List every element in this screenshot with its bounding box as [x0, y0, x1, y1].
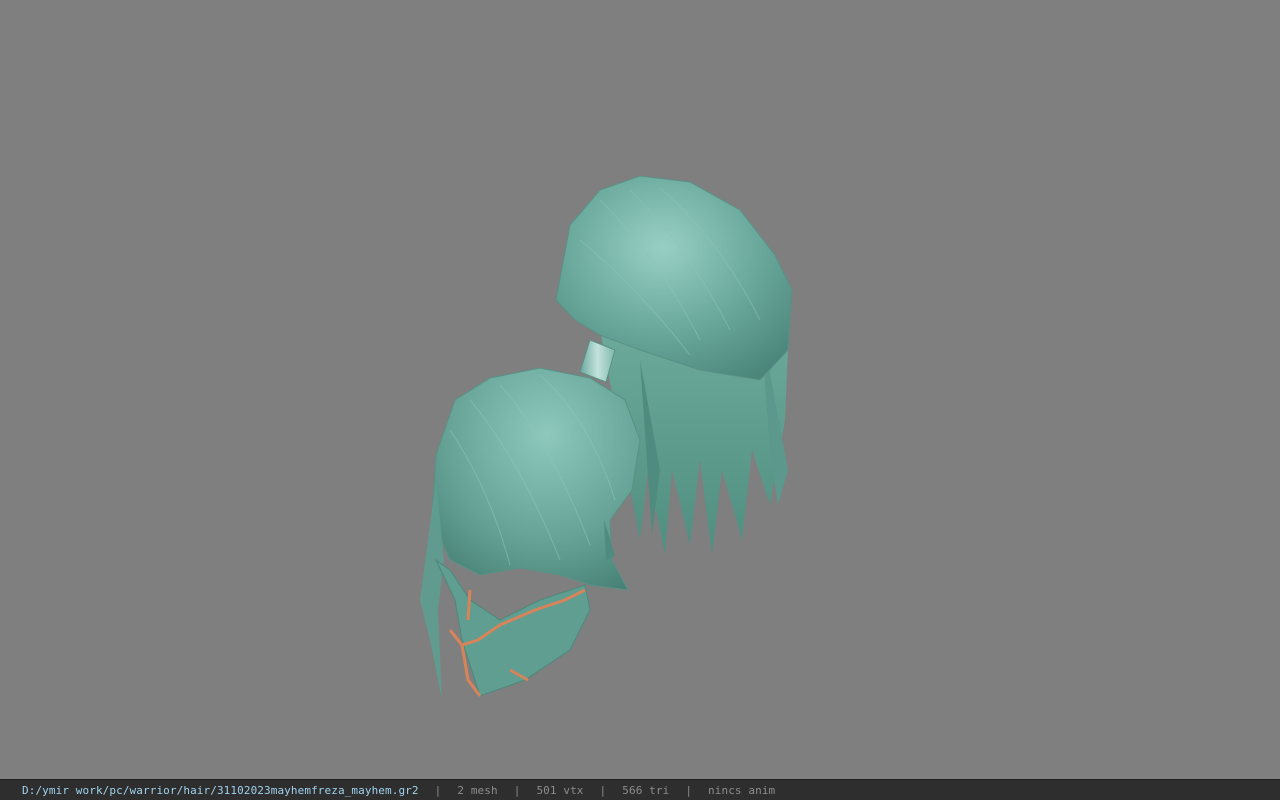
status-bar: D:/ymir work/pc/warrior/hair/31102023may… — [0, 779, 1280, 800]
headband — [434, 558, 591, 697]
vertex-count: 501 vtx — [536, 783, 584, 797]
triangle-count: 566 tri — [622, 783, 670, 797]
hair-model[interactable] — [0, 0, 1280, 779]
separator: | — [685, 783, 693, 797]
file-path: D:/ymir work/pc/warrior/hair/31102023may… — [22, 783, 419, 797]
3d-viewport[interactable] — [0, 0, 1280, 779]
animation-status: nincs anim — [708, 783, 776, 797]
separator: | — [513, 783, 521, 797]
mesh-count: 2 mesh — [457, 783, 498, 797]
separator: | — [599, 783, 607, 797]
separator: | — [434, 783, 442, 797]
